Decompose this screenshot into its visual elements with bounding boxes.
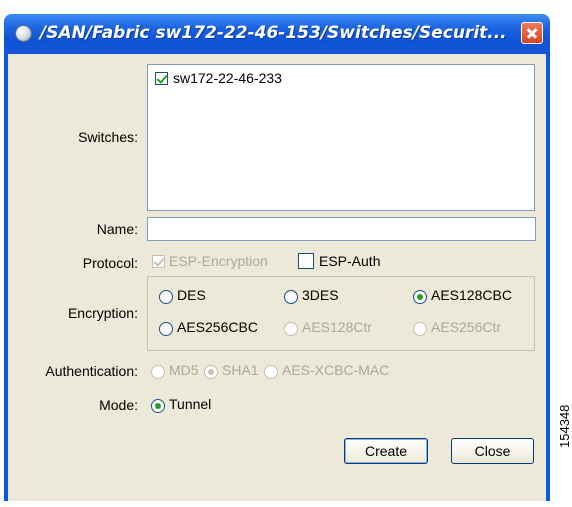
radio-sha1[interactable] xyxy=(204,365,218,379)
switch-name: sw172-22-46-233 xyxy=(173,70,282,86)
3des-label: 3DES xyxy=(302,287,339,303)
authentication-label: Authentication: xyxy=(45,363,138,379)
window-title: /SAN/Fabric sw172-22-46-153/Switches/Sec… xyxy=(40,23,507,43)
switch-checkbox[interactable] xyxy=(155,72,168,85)
radio-aes-xcbc-mac[interactable] xyxy=(264,365,278,379)
radio-aes256cbc[interactable] xyxy=(159,322,173,336)
protocol-label: Protocol: xyxy=(82,255,138,271)
name-field[interactable] xyxy=(147,217,536,241)
radio-aes128cbc[interactable] xyxy=(413,290,427,304)
title-bar[interactable]: /SAN/Fabric sw172-22-46-153/Switches/Sec… xyxy=(4,14,550,54)
sha1-label: SHA1 xyxy=(222,362,259,378)
esp-encryption-checkbox[interactable] xyxy=(152,255,165,268)
create-button[interactable]: Create xyxy=(344,438,428,464)
mode-label: Mode: xyxy=(99,397,138,413)
switches-label: Switches: xyxy=(78,129,138,145)
encryption-group: DES 3DES AES128CBC AES256CBC AES128Ctr A… xyxy=(147,276,535,351)
close-button[interactable]: Close xyxy=(451,438,534,464)
close-window-button[interactable] xyxy=(521,22,543,44)
figure-id: 154348 xyxy=(557,404,572,448)
radio-tunnel[interactable] xyxy=(151,399,165,413)
encryption-label: Encryption: xyxy=(67,305,138,321)
dialog-window: /SAN/Fabric sw172-22-46-153/Switches/Sec… xyxy=(4,14,550,501)
app-icon xyxy=(15,25,32,42)
radio-aes128ctr[interactable] xyxy=(284,322,298,336)
esp-encryption-label: ESP-Encryption xyxy=(169,253,268,269)
des-label: DES xyxy=(177,287,206,303)
esp-auth-checkbox[interactable] xyxy=(298,253,314,269)
aes128ctr-label: AES128Ctr xyxy=(302,319,373,335)
md5-label: MD5 xyxy=(169,362,199,378)
aes128cbc-label: AES128CBC xyxy=(431,287,512,303)
esp-auth-label: ESP-Auth xyxy=(319,253,381,269)
radio-md5[interactable] xyxy=(151,365,165,379)
radio-3des[interactable] xyxy=(284,290,298,304)
tunnel-label: Tunnel xyxy=(169,396,212,412)
aes-xcbc-mac-label: AES-XCBC-MAC xyxy=(282,362,390,378)
aes256ctr-label: AES256Ctr xyxy=(431,319,502,335)
radio-des[interactable] xyxy=(159,290,173,304)
dialog-body: Switches: sw172-22-46-233 Name: Protocol… xyxy=(8,54,546,501)
aes256cbc-label: AES256CBC xyxy=(177,319,258,335)
switches-list[interactable]: sw172-22-46-233 xyxy=(147,64,535,211)
radio-aes256ctr[interactable] xyxy=(413,322,427,336)
name-label: Name: xyxy=(96,221,138,237)
